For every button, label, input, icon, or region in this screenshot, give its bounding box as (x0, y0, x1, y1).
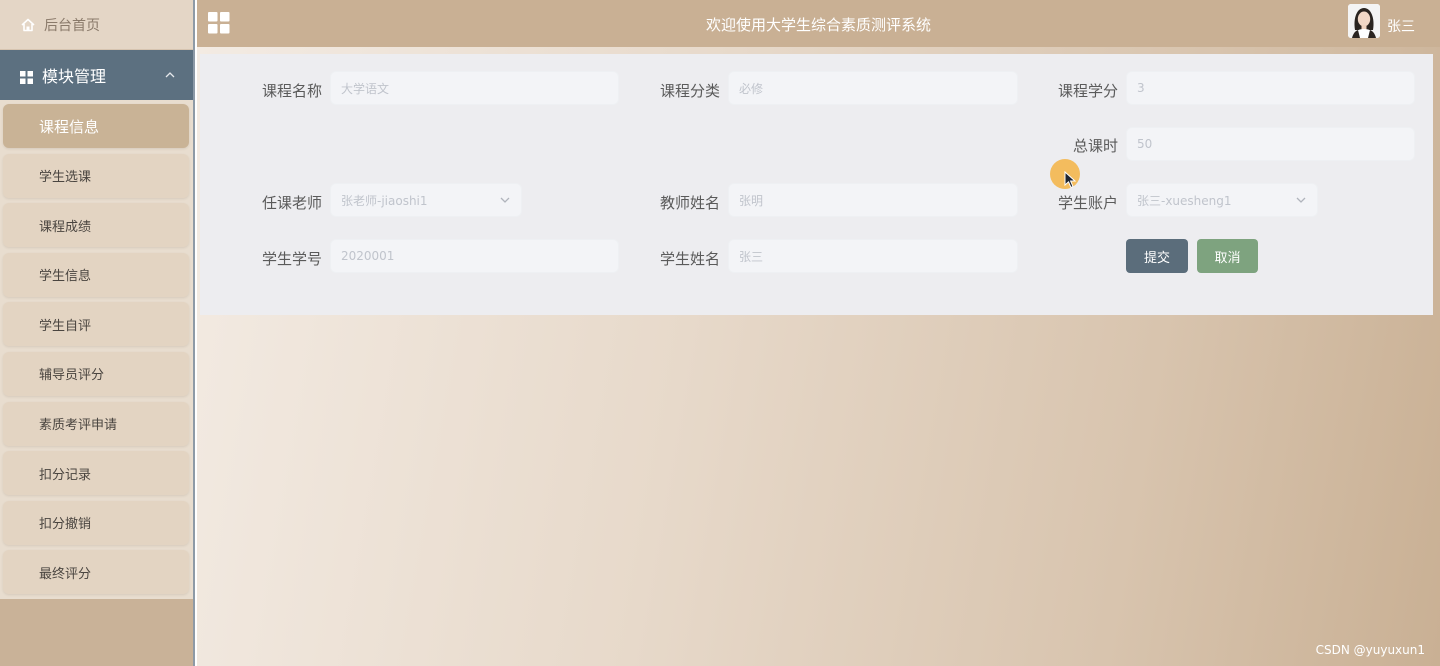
course-credit-input[interactable]: 3 (1126, 71, 1415, 105)
sidebar: 后台首页 模块管理 课程信息 学生选课 课程成绩 学生信息 学生自评 辅导员评分… (0, 0, 195, 666)
module-management-label: 模块管理 (42, 67, 107, 86)
student-account-select[interactable]: 张三-xuesheng1 (1126, 183, 1318, 217)
sidebar-item-label: 扣分记录 (39, 467, 92, 483)
sidebar-menu: 课程信息 学生选课 课程成绩 学生信息 学生自评 辅导员评分 素质考评申请 扣分… (0, 100, 193, 600)
teacher-label: 任课老师 (261, 194, 322, 212)
course-form: 课程名称 大学语文 课程分类 必修 课程学分 3 总课时 50 任课老师 张老师… (200, 54, 1433, 315)
student-id-input[interactable]: 2020001 (330, 239, 619, 273)
sidebar-item-label: 学生自评 (39, 318, 92, 334)
student-id-label: 学生学号 (261, 250, 322, 268)
page-title: 欢迎使用大学生综合素质测评系统 (705, 16, 931, 34)
sidebar-item-final-score[interactable]: 最终评分 (3, 550, 189, 595)
teacher-select[interactable]: 张老师-jiaoshi1 (330, 183, 522, 217)
teacher-select-value: 张老师-jiaoshi1 (341, 193, 428, 208)
student-account-select-value: 张三-xuesheng1 (1137, 193, 1232, 208)
student-name-label: 学生姓名 (659, 250, 720, 268)
sidebar-item-course-info[interactable]: 课程信息 (3, 104, 189, 148)
top-header: 欢迎使用大学生综合素质测评系统 张三 (197, 0, 1440, 47)
total-hours-label: 总课时 (1072, 137, 1118, 155)
sidebar-item-course-grades[interactable]: 课程成绩 (3, 203, 189, 248)
sidebar-item-self-evaluation[interactable]: 学生自评 (3, 302, 189, 347)
cancel-button[interactable]: 取消 (1197, 239, 1258, 273)
home-icon (20, 17, 36, 33)
username[interactable]: 张三 (1387, 16, 1415, 36)
grid-icon (20, 69, 33, 84)
cursor-arrow-icon (1064, 170, 1078, 189)
module-management-header[interactable]: 模块管理 (0, 50, 193, 100)
watermark: CSDN @yuyuxun1 (1315, 643, 1425, 657)
sidebar-item-label: 最终评分 (39, 566, 92, 582)
main-content: 课程名称 大学语文 课程分类 必修 课程学分 3 总课时 50 任课老师 张老师… (197, 47, 1440, 666)
teacher-name-input[interactable]: 张明 (728, 183, 1018, 217)
sidebar-item-label: 课程成绩 (39, 219, 92, 235)
sidebar-home[interactable]: 后台首页 (0, 0, 193, 50)
total-hours-input[interactable]: 50 (1126, 127, 1415, 161)
sidebar-item-label: 扣分撤销 (39, 517, 92, 533)
teacher-name-label: 教师姓名 (659, 194, 720, 212)
student-name-input[interactable]: 张三 (728, 239, 1018, 273)
course-credit-label: 课程学分 (1057, 82, 1118, 100)
sidebar-item-evaluation-application[interactable]: 素质考评申请 (3, 401, 189, 446)
chevron-down-icon (499, 194, 511, 206)
sidebar-item-deduction-revoke[interactable]: 扣分撤销 (3, 500, 189, 545)
sidebar-item-deduction-records[interactable]: 扣分记录 (3, 451, 189, 496)
chevron-down-icon (1295, 194, 1307, 206)
course-category-input[interactable]: 必修 (728, 71, 1018, 105)
sidebar-item-label: 辅导员评分 (39, 368, 105, 384)
sidebar-item-label: 素质考评申请 (39, 418, 118, 434)
avatar[interactable] (1348, 4, 1380, 38)
course-name-label: 课程名称 (261, 82, 322, 100)
sidebar-home-label: 后台首页 (44, 17, 100, 34)
chevron-up-icon (165, 68, 175, 82)
sidebar-item-student-info[interactable]: 学生信息 (3, 252, 189, 297)
submit-button[interactable]: 提交 (1126, 239, 1188, 273)
sidebar-item-label: 学生信息 (39, 269, 92, 285)
student-account-label: 学生账户 (1057, 194, 1118, 212)
sidebar-item-label: 课程信息 (39, 117, 100, 136)
course-name-input[interactable]: 大学语文 (330, 71, 619, 105)
sidebar-item-label: 学生选课 (39, 170, 92, 186)
sidebar-item-course-selection[interactable]: 学生选课 (3, 153, 189, 198)
sidebar-item-counselor-score[interactable]: 辅导员评分 (3, 351, 189, 396)
course-category-label: 课程分类 (659, 82, 720, 100)
